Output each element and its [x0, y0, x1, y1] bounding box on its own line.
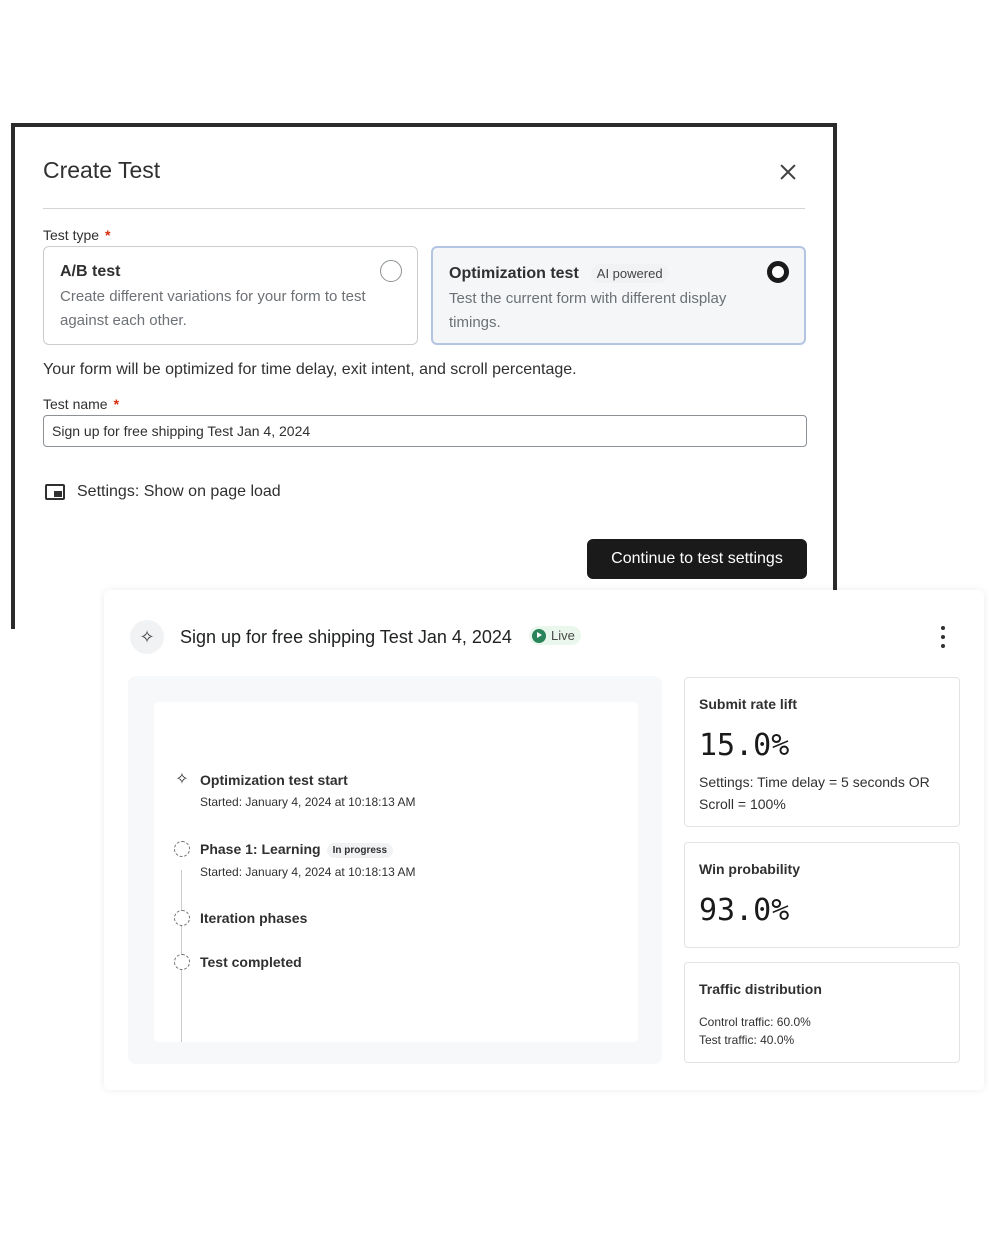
- picture-in-picture-icon: [45, 484, 65, 500]
- timeline-item-title-row: Phase 1: Learning In progress: [200, 841, 415, 858]
- test-traffic: Test traffic: 40.0%: [699, 1033, 795, 1047]
- optimization-test-title: Optimization test: [449, 265, 579, 282]
- sparkle-icon: ✧: [175, 771, 189, 788]
- status-badge: Live: [529, 626, 581, 645]
- settings-row[interactable]: Settings: Show on page load: [45, 483, 281, 501]
- create-test-modal: Create Test Test type * A/B test Create d…: [11, 123, 837, 629]
- timeline-section: ✧ Optimization test start Started: Janua…: [128, 676, 662, 1064]
- metric-note: Settings: Time delay = 5 seconds OR Scro…: [699, 774, 930, 812]
- timeline-item-title: Test completed: [200, 954, 302, 970]
- panel-title: Sign up for free shipping Test Jan 4, 20…: [180, 627, 512, 647]
- win-probability-card: Win probability 93.0%: [684, 842, 960, 948]
- optimization-test-title-row: Optimization test AI powered: [449, 264, 788, 283]
- traffic-distribution-card: Traffic distribution Control traffic: 60…: [684, 962, 960, 1063]
- timeline-item-subtitle: Started: January 4, 2024 at 10:18:13 AM: [200, 795, 416, 809]
- control-traffic: Control traffic: 60.0%: [699, 1015, 811, 1029]
- test-detail-panel: ✧ Sign up for free shipping Test Jan 4, …: [104, 590, 984, 1090]
- ab-test-description: Create different variations for your for…: [60, 288, 366, 329]
- dashed-circle-icon: [174, 954, 190, 970]
- dashed-circle-icon: [174, 841, 190, 857]
- modal-header: Create Test: [43, 157, 805, 209]
- metric-value: 93.0%: [699, 893, 790, 928]
- status-badge-text: Live: [551, 628, 575, 643]
- optimize-note: Your form will be optimized for time del…: [43, 361, 577, 378]
- ab-test-option[interactable]: A/B test Create different variations for…: [43, 246, 418, 345]
- modal-title: Create Test: [43, 157, 161, 183]
- optimization-test-radio[interactable]: [767, 261, 789, 283]
- timeline-item-learning: Phase 1: Learning In progress Started: Ja…: [174, 841, 416, 879]
- traffic-lines: Control traffic: 60.0% Test traffic: 40.…: [699, 1013, 945, 1049]
- metric-label: Submit rate lift: [699, 696, 798, 712]
- ab-test-title: A/B test: [60, 263, 121, 280]
- optimization-test-option[interactable]: Optimization test AI powered Test the cur…: [431, 246, 806, 345]
- timeline-item-completed: Test completed: [174, 954, 302, 970]
- close-icon[interactable]: [775, 159, 801, 185]
- test-type-label-text: Test type: [43, 227, 100, 243]
- metric-label: Win probability: [699, 861, 800, 877]
- metric-value: 15.0%: [699, 728, 790, 763]
- timeline-item-title: Iteration phases: [200, 910, 308, 926]
- play-icon: [532, 628, 546, 643]
- settings-text: Settings: Show on page load: [77, 483, 281, 500]
- ai-powered-badge: AI powered: [590, 264, 669, 283]
- sparkle-icon: ✧: [130, 620, 164, 654]
- dashed-circle-icon: [174, 910, 190, 926]
- timeline-item-title: Phase 1: Learning: [200, 841, 321, 857]
- submit-rate-card: Submit rate lift 15.0% Settings: Time de…: [684, 677, 960, 827]
- optimization-test-description: Test the current form with different dis…: [449, 290, 727, 331]
- ab-test-radio[interactable]: [380, 260, 402, 282]
- timeline-item-subtitle: Started: January 4, 2024 at 10:18:13 AM: [200, 865, 416, 879]
- test-type-label: Test type *: [43, 227, 110, 243]
- metric-label: Traffic distribution: [699, 981, 822, 997]
- in-progress-badge: In progress: [326, 843, 394, 858]
- continue-button[interactable]: Continue to test settings: [587, 539, 807, 579]
- timeline-item-title: Optimization test start: [200, 772, 348, 788]
- timeline-item-iterations: Iteration phases: [174, 910, 308, 926]
- required-mark: *: [105, 227, 111, 243]
- more-actions-icon[interactable]: [940, 626, 946, 648]
- test-name-label-text: Test name: [43, 396, 108, 412]
- required-mark: *: [113, 396, 120, 412]
- timeline-item-start: ✧ Optimization test start Started: Janua…: [175, 772, 416, 810]
- test-name-label: Test name *: [43, 396, 119, 412]
- test-name-input[interactable]: [43, 415, 807, 447]
